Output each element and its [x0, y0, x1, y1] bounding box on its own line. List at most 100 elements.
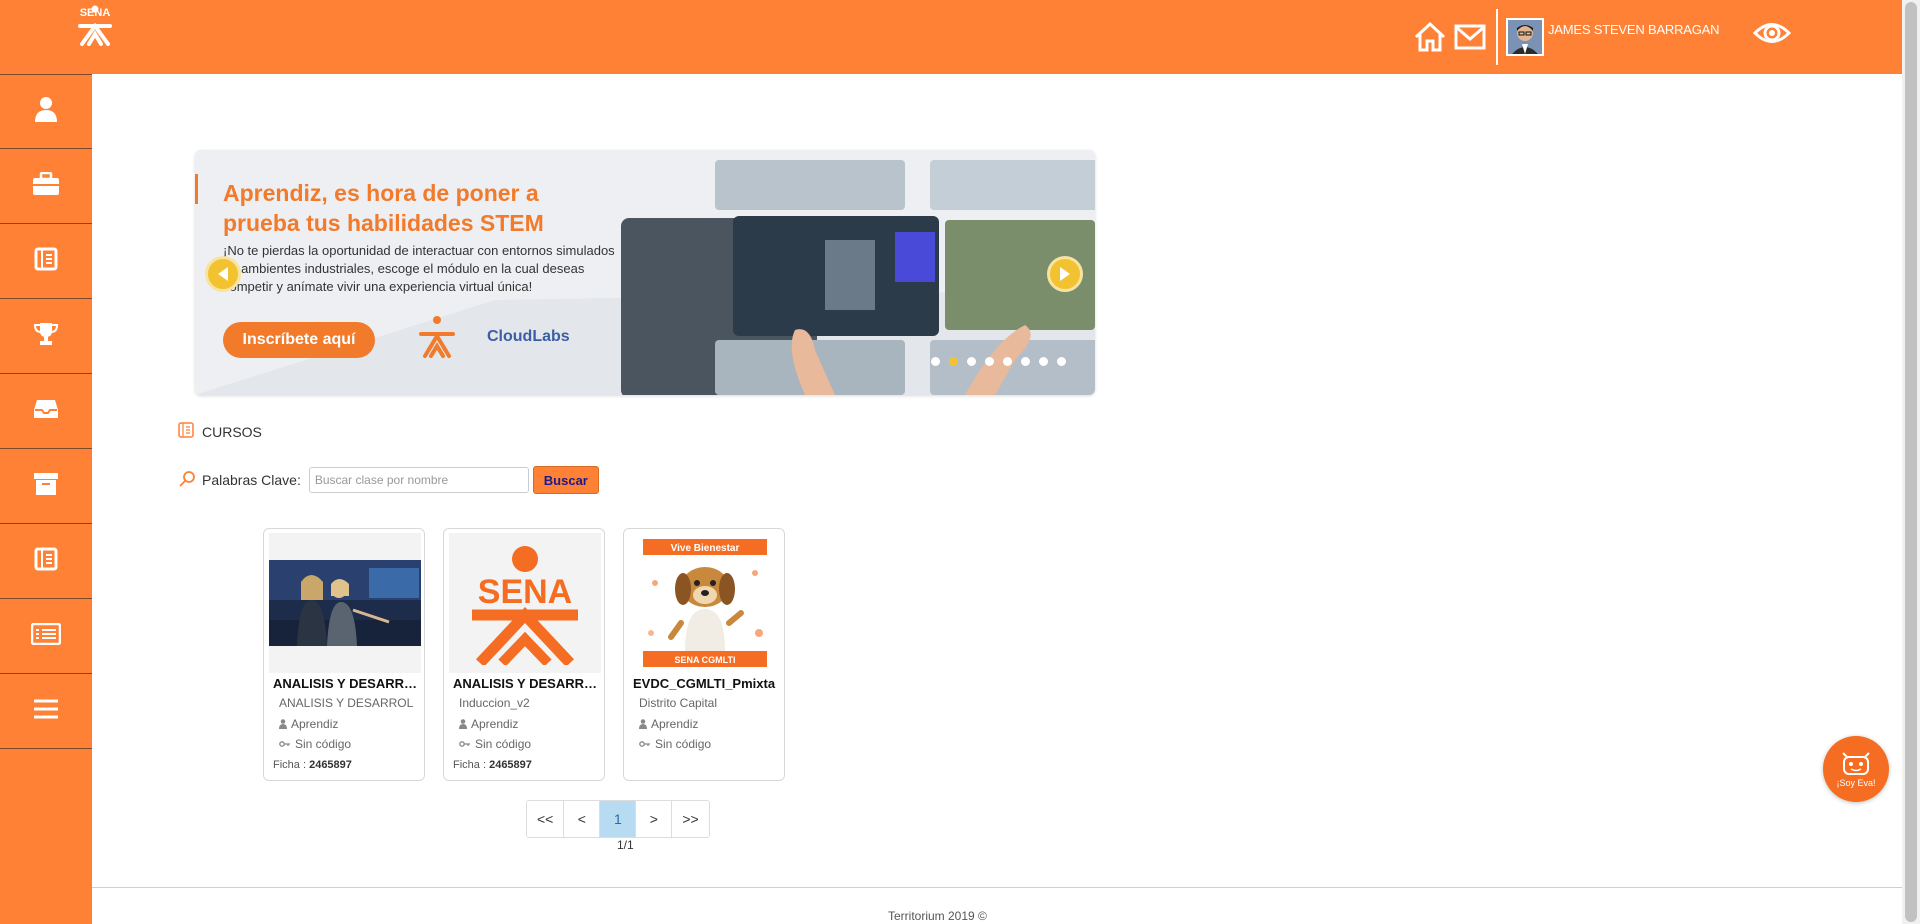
course-subtitle: Distrito Capital	[639, 696, 718, 710]
course-code-text: Sin código	[295, 737, 352, 751]
chevron-left-icon	[218, 267, 228, 281]
eye-icon[interactable]	[1752, 16, 1792, 50]
course-card[interactable]: ANALISIS Y DESARROLLO DE SOFTWARE ANALIS…	[263, 528, 425, 781]
carousel-indicators	[931, 357, 1066, 366]
carousel-prev-button[interactable]	[205, 256, 241, 292]
course-card[interactable]: Vive Bienestar SENA CGMLTI EVDC_CGMLTI_P…	[623, 528, 785, 781]
user-name[interactable]: JAMES STEVEN BARRAGAN	[1548, 22, 1720, 37]
sidebar-item-work[interactable]	[0, 149, 92, 224]
course-image	[269, 533, 421, 673]
sidebar-item-menu[interactable]	[0, 674, 92, 749]
banner-title: Aprendiz, es hora de poner a prueba tus …	[223, 180, 544, 236]
search-icon	[178, 470, 196, 491]
sena-logo[interactable]: SENA	[72, 2, 118, 46]
archive-icon	[33, 472, 59, 501]
course-role-text: Aprendiz	[291, 717, 339, 731]
course-ficha: Ficha : 2465897	[453, 759, 532, 771]
pagination-first[interactable]: <<	[527, 801, 565, 837]
sidebar-item-list[interactable]	[0, 599, 92, 674]
sidebar-item-courses[interactable]	[0, 224, 92, 299]
pagination-last[interactable]: >>	[672, 801, 709, 837]
page-scrollbar-thumb[interactable]	[1905, 2, 1917, 922]
course-title: EVDC_CGMLTI_Pmixta	[633, 676, 776, 691]
course-title: ANALISIS Y DESARROLLO DE SOFTWARE	[273, 676, 421, 691]
user-icon	[34, 96, 58, 127]
footer-text: Territorium 2019 ©	[888, 909, 987, 923]
course-role: Aprendiz	[279, 717, 414, 731]
course-role-text: Aprendiz	[471, 717, 519, 731]
carousel-next-button[interactable]	[1047, 256, 1083, 292]
course-title: ANALISIS Y DESARROLLO DE SOFTWARE	[453, 676, 601, 691]
assistant-button[interactable]: ¡Soy Eva!	[1823, 736, 1889, 802]
course-subtitle: ANALISIS Y DESARROLLO DE SOFTWARE	[279, 696, 414, 710]
course-ficha-number: 2465897	[309, 759, 352, 771]
svg-text:Vive Bienestar: Vive Bienestar	[671, 543, 740, 554]
user-icon	[459, 719, 467, 729]
pagination-current[interactable]: 1	[600, 801, 637, 837]
mail-icon[interactable]	[1450, 17, 1490, 57]
pagination-next[interactable]: >	[636, 801, 673, 837]
course-code: Sin código	[279, 737, 414, 751]
banner-text: ¡No te pierdas la oportunidad de interac…	[223, 243, 615, 294]
footer-divider	[92, 887, 1902, 888]
sidebar-item-archive[interactable]	[0, 449, 92, 524]
carousel-dot[interactable]	[931, 357, 940, 366]
book-icon	[178, 422, 194, 441]
sidebar-item-inbox[interactable]	[0, 374, 92, 449]
key-icon	[459, 741, 470, 747]
inbox-icon	[33, 398, 59, 425]
course-role: Aprendiz	[459, 717, 594, 731]
search-bar: Palabras Clave: Buscar	[178, 466, 599, 494]
page-indicator: 1/1	[617, 838, 634, 852]
sidebar	[0, 74, 92, 924]
section-title: CURSOS	[202, 423, 262, 440]
home-icon[interactable]	[1410, 17, 1450, 57]
book-icon	[34, 547, 58, 576]
list-icon	[30, 622, 62, 650]
svg-text:SENA: SENA	[478, 573, 572, 611]
course-code-text: Sin código	[475, 737, 532, 751]
header-divider	[1496, 9, 1498, 65]
carousel-dot[interactable]	[1057, 357, 1066, 366]
key-icon	[639, 741, 650, 747]
user-icon	[639, 719, 647, 729]
course-role-text: Aprendiz	[651, 717, 699, 731]
trophy-icon	[33, 321, 59, 352]
cloudlabs-logo: CloudLabs	[487, 328, 570, 345]
carousel-dot[interactable]	[1003, 357, 1012, 366]
carousel-dot[interactable]	[1021, 357, 1030, 366]
carousel-dot[interactable]	[949, 357, 958, 366]
sidebar-item-achievements[interactable]	[0, 299, 92, 374]
course-card[interactable]: SENA ANALISIS Y DESARROLLO DE SOFTWARE I…	[443, 528, 605, 781]
course-ficha-label: Ficha :	[453, 759, 487, 771]
carousel-dot[interactable]	[985, 357, 994, 366]
assistant-label: ¡Soy Eva!	[1836, 778, 1876, 788]
course-image: SENA	[449, 533, 601, 673]
pagination: << < 1 > >>	[526, 800, 710, 838]
search-input[interactable]	[308, 467, 529, 493]
search-button[interactable]: Buscar	[532, 466, 599, 494]
course-subtitle: Induccion_v2	[459, 696, 530, 710]
book-icon	[34, 247, 58, 276]
course-list: ANALISIS Y DESARROLLO DE SOFTWARE ANALIS…	[263, 528, 785, 781]
briefcase-icon	[32, 171, 60, 201]
carousel-dot[interactable]	[967, 357, 976, 366]
pagination-prev[interactable]: <	[564, 801, 601, 837]
banner-carousel[interactable]: Aprendiz, es hora de poner a prueba tus …	[195, 150, 1095, 395]
svg-text:SENA CGMLTI: SENA CGMLTI	[675, 655, 736, 665]
course-ficha-label: Ficha :	[273, 759, 307, 771]
course-image: Vive Bienestar SENA CGMLTI	[629, 533, 781, 673]
chevron-right-icon	[1060, 267, 1070, 281]
search-label: Palabras Clave:	[202, 472, 301, 488]
menu-icon	[33, 699, 59, 724]
avatar[interactable]	[1506, 18, 1544, 56]
carousel-dot[interactable]	[1039, 357, 1048, 366]
sidebar-item-records[interactable]	[0, 524, 92, 599]
course-ficha: Ficha : 2465897	[273, 759, 352, 771]
course-code: Sin código	[639, 737, 774, 751]
course-code-text: Sin código	[655, 737, 712, 751]
banner-cta-button[interactable]: Inscríbete aquí	[223, 322, 375, 358]
top-bar: SENA JAMES STEVEN BARRAGAN	[0, 0, 1902, 74]
user-icon	[279, 719, 287, 729]
sidebar-item-profile[interactable]	[0, 74, 92, 149]
